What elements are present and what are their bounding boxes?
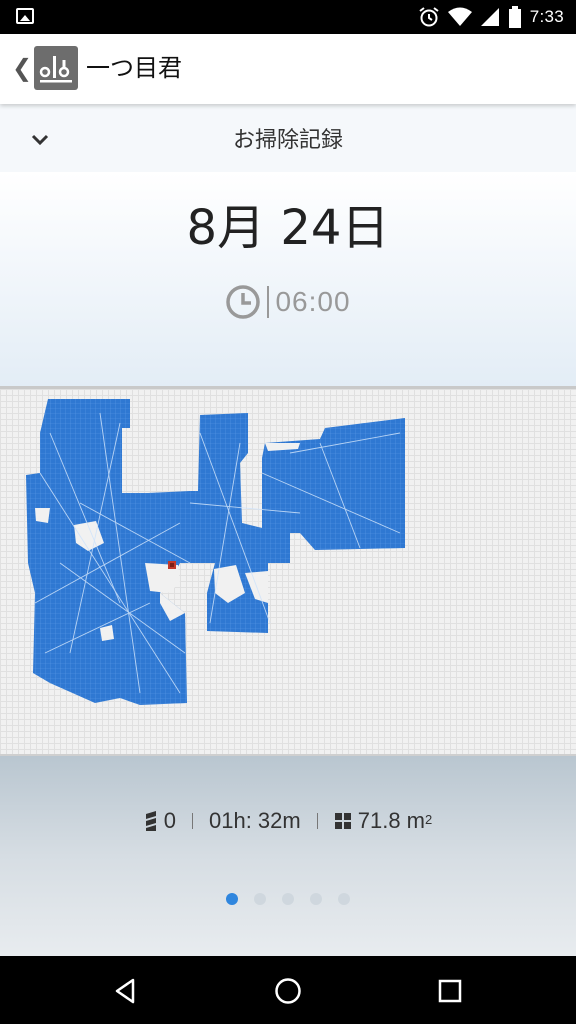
app-title: 一つ目君 [86,54,182,82]
stats-row: 0 01h: 32m 71.8 m2 [0,806,576,836]
stat-divider [316,813,318,829]
page-dot[interactable] [338,893,350,905]
page-dot-active[interactable] [226,893,238,905]
alarm-icon [419,7,439,27]
system-nav-bar [0,956,576,1024]
area-stat: 71.8 m2 [334,808,433,834]
area-unit-exponent: 2 [425,811,433,827]
cleaning-map-drawing [26,399,405,705]
app-bar: ❮ 一つ目君 [0,34,576,104]
status-time: 7:33 [529,7,564,26]
battery-stat: 0 [144,808,176,834]
image-notification-icon [16,8,34,24]
battery-level-icon [145,811,156,831]
status-bar: 7:33 [0,0,576,34]
stats-panel: 0 01h: 32m 71.8 m2 [0,756,576,956]
record-header[interactable]: お掃除記録 [0,104,576,172]
page-indicator [0,893,576,905]
area-grid-icon [334,813,351,829]
battery-icon [508,6,521,28]
start-time: 06:00 [275,286,351,317]
area-value: 71.8 m [357,808,425,833]
app-logo-icon[interactable] [34,46,78,90]
duration-stat: 01h: 32m [209,808,301,834]
wifi-icon [447,7,472,26]
page-dot[interactable] [282,893,294,905]
back-chevron-icon[interactable]: ❮ [12,54,32,82]
duration-value: 01h: 32m [209,808,301,833]
clock-icon [226,285,261,319]
page-dot[interactable] [254,893,266,905]
cleaned-area [26,399,405,705]
recents-square-icon[interactable] [435,976,465,1006]
cleaning-date: 8月 24日 [186,200,390,256]
back-triangle-icon[interactable] [111,976,141,1006]
page-dot[interactable] [310,893,322,905]
home-circle-icon[interactable] [273,976,303,1006]
status-icons: 7:33 [418,6,564,28]
battery-value: 0 [163,808,176,833]
signal-icon [480,8,499,26]
dock-marker [168,561,176,569]
record-title: お掃除記録 [232,128,343,153]
start-time-row: 06:00 [0,282,576,322]
time-divider [267,286,270,318]
app-logo-glyph [39,56,72,83]
stat-divider [192,813,193,829]
date-panel: 8月 24日 06:00 [0,172,576,386]
cleaning-map[interactable] [0,386,576,756]
